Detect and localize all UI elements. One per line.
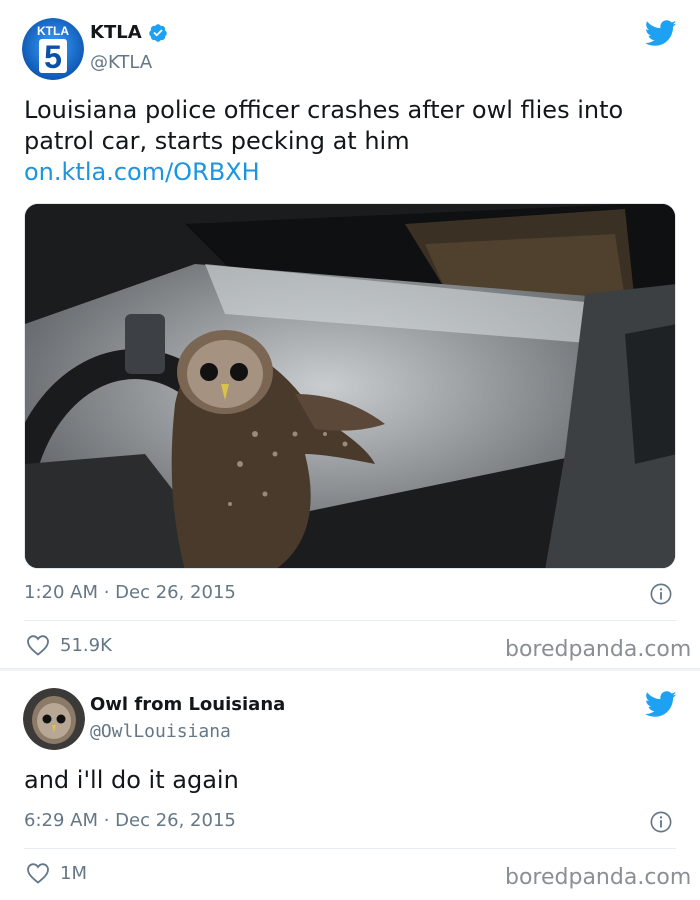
heart-icon bbox=[27, 863, 49, 884]
tweet-card-owl: Owl from Louisiana @OwlLouisiana and i'l… bbox=[0, 671, 700, 900]
tweet-card-ktla: KTLA 5 KTLA @KTLA Louisiana police offic… bbox=[0, 0, 700, 669]
ktla-avatar-icon[interactable]: KTLA 5 bbox=[22, 18, 84, 80]
verified-badge-icon bbox=[148, 23, 167, 42]
like-button[interactable]: 51.9K bbox=[26, 634, 112, 656]
heart-icon bbox=[27, 635, 49, 656]
owl-car-photo bbox=[25, 204, 675, 568]
tweet-text: and i'll do it again bbox=[24, 766, 239, 794]
watermark: boredpanda.com bbox=[505, 637, 692, 662]
tweet-text-line2: patrol car, starts pecking at him bbox=[24, 127, 410, 155]
author-handle[interactable]: @KTLA bbox=[90, 52, 152, 73]
divider bbox=[24, 620, 676, 621]
twitter-bird-icon[interactable] bbox=[645, 691, 677, 718]
tweet-text-line1: Louisiana police officer crashes after o… bbox=[24, 96, 624, 124]
divider bbox=[24, 848, 676, 849]
owl-avatar-icon[interactable] bbox=[23, 688, 85, 750]
svg-text:5: 5 bbox=[44, 39, 62, 75]
like-button[interactable]: 1M bbox=[26, 862, 87, 884]
twitter-bird-icon[interactable] bbox=[645, 20, 677, 47]
like-count: 1M bbox=[60, 862, 87, 884]
like-count: 51.9K bbox=[60, 634, 112, 656]
tweet-timestamp[interactable]: 6:29 AM · Dec 26, 2015 bbox=[24, 810, 236, 831]
watermark: boredpanda.com bbox=[505, 865, 692, 890]
tweet-link[interactable]: on.ktla.com/ORBXH bbox=[24, 158, 260, 186]
info-icon[interactable] bbox=[650, 811, 672, 833]
author-handle[interactable]: @OwlLouisiana bbox=[90, 721, 231, 742]
tweet-timestamp[interactable]: 1:20 AM · Dec 26, 2015 bbox=[24, 582, 236, 603]
info-icon[interactable] bbox=[650, 583, 672, 605]
author-name[interactable]: Owl from Louisiana bbox=[90, 694, 285, 715]
svg-text:KTLA: KTLA bbox=[37, 24, 69, 38]
author-name[interactable]: KTLA bbox=[90, 22, 142, 43]
tweet-media-photo[interactable] bbox=[24, 203, 676, 569]
